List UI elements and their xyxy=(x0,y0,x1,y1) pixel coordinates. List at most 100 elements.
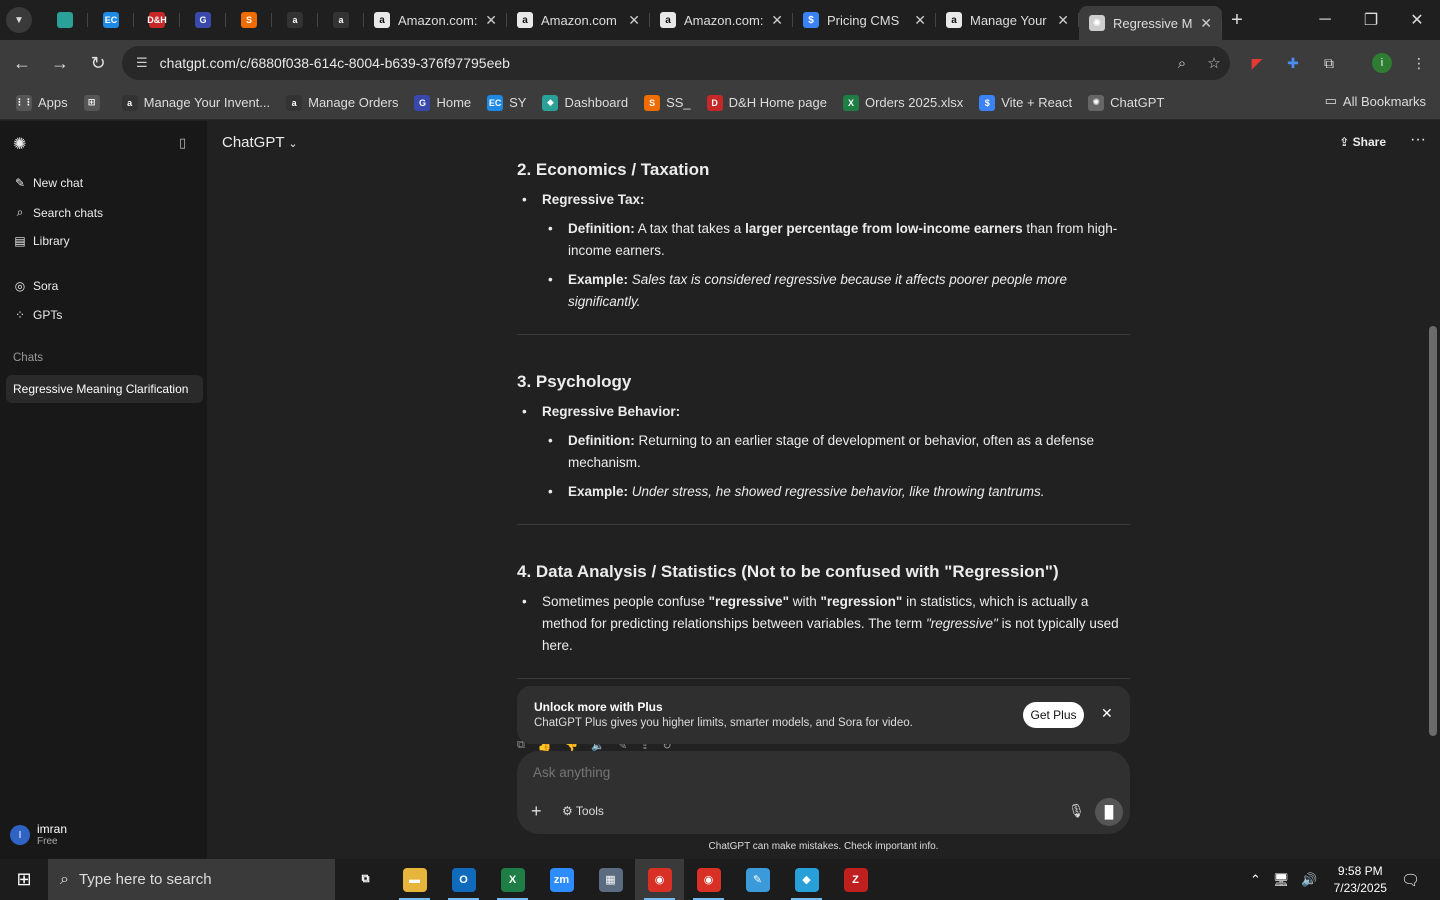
pinned-edge-tab[interactable] xyxy=(42,0,88,40)
extension-puzzle-blue-icon[interactable]: ✚ xyxy=(1278,48,1308,78)
model-selector[interactable]: ChatGPT ⌄ xyxy=(222,134,298,151)
taskbar-file-explorer[interactable]: ▬ xyxy=(390,859,439,900)
taskbar-zoom[interactable]: zm xyxy=(537,859,586,900)
tab-title: Amazon.com: xyxy=(684,12,764,28)
list-item: Example: Sales tax is considered regress… xyxy=(517,269,1130,313)
tools-button[interactable]: ⚙ Tools xyxy=(562,804,604,818)
bookmark-item[interactable]: X Orders 2025.xlsx xyxy=(842,94,963,111)
sidebar-item-sora[interactable]: ◎ Sora xyxy=(13,279,59,293)
taskbar-excel[interactable]: X xyxy=(488,859,537,900)
taskbar-search[interactable]: ⌕ Type here to search xyxy=(48,859,335,900)
back-icon[interactable]: ← xyxy=(4,45,40,81)
bookmark-item[interactable]: D D&H Home page xyxy=(706,94,827,111)
chevron-up-icon[interactable]: ⌃ xyxy=(1250,872,1261,888)
pinned-amazon-tab-2[interactable]: a xyxy=(318,0,364,40)
close-tab-icon[interactable]: ✕ xyxy=(628,12,640,29)
restore-icon[interactable]: ❐ xyxy=(1348,0,1394,40)
close-icon[interactable]: ✕ xyxy=(1101,705,1113,722)
close-tab-icon[interactable]: ✕ xyxy=(1057,12,1069,29)
user-profile[interactable]: I imran Free xyxy=(10,823,67,847)
tabs: a Amazon.com: ✕ a Amazon.com ✕ a Amazon.com: ✕ $ P… xyxy=(364,0,1222,40)
bookmark-item[interactable]: EC SY xyxy=(487,94,526,111)
add-attachment-icon[interactable]: + xyxy=(531,801,542,822)
close-tab-icon[interactable]: ✕ xyxy=(1200,15,1212,32)
reload-icon[interactable]: ↻ xyxy=(80,45,116,81)
close-tab-icon[interactable]: ✕ xyxy=(771,12,783,29)
url-text[interactable]: chatgpt.com/c/6880f038-614c-8004-b639-37… xyxy=(160,55,1166,71)
get-plus-button[interactable]: Get Plus xyxy=(1023,702,1084,728)
divider xyxy=(517,524,1130,525)
microphone-icon[interactable]: 🎙 xyxy=(1068,803,1085,819)
voice-mode-icon[interactable]: ▐▌ xyxy=(1095,798,1123,826)
sidebar-item-gpts[interactable]: ⁘ GPTs xyxy=(13,308,62,322)
bookmark-item[interactable]: S SS_ xyxy=(644,94,691,111)
sidebar-item-library[interactable]: ▤ Library xyxy=(13,234,69,248)
tab[interactable]: a Amazon.com: ✕ xyxy=(364,0,507,40)
tab-title: Pricing CMS xyxy=(827,12,900,28)
minimize-icon[interactable]: ─ xyxy=(1302,0,1348,40)
bookmark-item[interactable]: G Home xyxy=(414,94,471,111)
pinned-dh-tab[interactable]: D&H xyxy=(134,0,180,40)
bookmark-item[interactable]: a Manage Your Invent... xyxy=(121,94,270,111)
bookmark-item[interactable]: ⋮⋮ Apps xyxy=(15,94,68,111)
taskbar-notepad[interactable]: ✎ xyxy=(733,859,782,900)
site-info-icon[interactable]: ☰ xyxy=(136,55,148,71)
scrollbar[interactable] xyxy=(1429,326,1437,736)
taskbar-vscode[interactable]: ◆ xyxy=(782,859,831,900)
more-options-icon[interactable]: ··· xyxy=(1410,131,1426,149)
taskbar-chrome[interactable]: ◉ xyxy=(635,859,684,900)
chrome-icon: ◉ xyxy=(647,867,672,892)
bookmark-item[interactable]: a Manage Orders xyxy=(286,94,398,111)
pinned-amazon-tab-1[interactable]: a xyxy=(272,0,318,40)
clock[interactable]: 9:58 PM 7/23/2025 xyxy=(1334,863,1387,897)
chevron-down-icon: ⌄ xyxy=(288,138,298,150)
volume-icon[interactable]: 🔊 xyxy=(1301,872,1317,888)
sidebar-item-new-chat[interactable]: ✎ New chat xyxy=(13,176,83,190)
bookmark-item[interactable]: $ Vite + React xyxy=(979,94,1072,111)
pinned-g-tab[interactable]: G xyxy=(180,0,226,40)
bookmark-label: Dashboard xyxy=(564,95,629,110)
zoom-icon[interactable]: ⌕ xyxy=(1166,55,1198,72)
pinned-ec-tab[interactable]: EC xyxy=(88,0,134,40)
close-tab-icon[interactable]: ✕ xyxy=(914,12,926,29)
taskbar-filezilla[interactable]: Z xyxy=(831,859,880,900)
tab[interactable]: $ Pricing CMS ✕ xyxy=(793,0,936,40)
close-tab-icon[interactable]: ✕ xyxy=(485,12,497,29)
windows-start-icon[interactable]: ⊞ xyxy=(0,859,48,900)
forward-icon[interactable]: → xyxy=(42,45,78,81)
pinned-stack-tab[interactable]: S xyxy=(226,0,272,40)
divider xyxy=(517,334,1130,335)
bookmark-item[interactable]: ⊞ xyxy=(83,94,106,111)
extension-pdf-icon[interactable]: ◤ xyxy=(1242,48,1272,78)
tab[interactable]: a Amazon.com: ✕ xyxy=(650,0,793,40)
browser-toolbar: ← → ↻ ☰ chatgpt.com/c/6880f038-614c-8004… xyxy=(0,40,1440,86)
notifications-icon[interactable]: 🗨 xyxy=(1401,871,1420,889)
tab[interactable]: a Manage Your ✕ xyxy=(936,0,1079,40)
sidebar-toggle-icon[interactable]: ▯ xyxy=(179,135,186,151)
tab[interactable]: a Amazon.com ✕ xyxy=(507,0,650,40)
share-button[interactable]: ⇪ Share xyxy=(1339,135,1386,149)
taskbar-outlook[interactable]: O xyxy=(439,859,488,900)
profile-avatar[interactable]: i xyxy=(1367,48,1397,78)
bookmark-item[interactable]: ◆ Dashboard xyxy=(542,94,629,111)
sidebar: ✺ ▯ ✎ New chat ⌕ Search chats ▤ Library ◎ Sora ⁘… xyxy=(0,121,207,859)
taskbar-calculator[interactable]: ▦ xyxy=(586,859,635,900)
bookmark-star-icon[interactable]: ☆ xyxy=(1198,54,1230,72)
openai-logo-icon[interactable]: ✺ xyxy=(13,134,26,154)
bookmark-item[interactable]: ✺ ChatGPT xyxy=(1088,94,1164,111)
extensions-icon[interactable]: ⧉ xyxy=(1314,48,1344,78)
new-tab-button[interactable]: + xyxy=(1222,9,1252,32)
prompt-input[interactable] xyxy=(533,765,1033,780)
chat-item-regressive-meaning[interactable]: Regressive Meaning Clarification xyxy=(6,375,203,403)
close-window-icon[interactable]: ✕ xyxy=(1394,0,1440,40)
tab-search-dropdown-icon[interactable]: ▼ xyxy=(6,7,32,33)
tab[interactable]: ✺ Regressive M ✕ xyxy=(1079,6,1222,40)
sidebar-item-search-chats[interactable]: ⌕ Search chats xyxy=(13,205,103,220)
taskbar-task-view[interactable]: ⧉ xyxy=(341,859,390,900)
chats-heading: Chats xyxy=(13,352,44,364)
network-icon[interactable]: 🖥 xyxy=(1273,872,1290,888)
taskbar-chrome-2[interactable]: ◉ xyxy=(684,859,733,900)
address-bar[interactable]: ☰ chatgpt.com/c/6880f038-614c-8004-b639-… xyxy=(122,46,1230,80)
browser-menu-icon[interactable]: ⋮ xyxy=(1404,48,1434,78)
all-bookmarks-button[interactable]: ▭ All Bookmarks xyxy=(1325,93,1426,109)
